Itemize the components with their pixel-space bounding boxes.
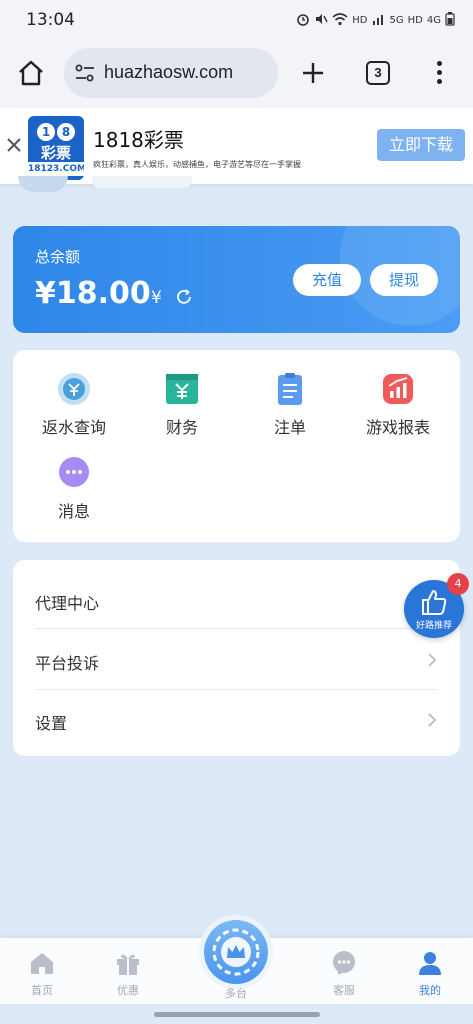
status-bar: 13:04 HD 5G HD 4G	[0, 0, 473, 40]
address-bar[interactable]: huazhaosw.com	[64, 48, 278, 98]
func-betslip[interactable]: 注单	[235, 372, 345, 438]
site-settings-icon[interactable]	[74, 63, 96, 83]
functions-panel: 返水查询 财务 注单 游戏报表 消息	[13, 350, 460, 542]
recommend-badge: 4	[447, 573, 469, 595]
browser-toolbar: huazhaosw.com 3	[0, 40, 473, 108]
indicator-hd-1: HD	[352, 15, 368, 26]
url-text: huazhaosw.com	[104, 62, 234, 82]
avatar[interactable]	[18, 176, 68, 192]
betslip-icon	[273, 372, 307, 406]
balance-label: 总余额	[35, 248, 81, 266]
wifi-icon	[332, 12, 348, 29]
func-finance[interactable]: 财务	[127, 372, 237, 438]
home-icon	[19, 60, 43, 86]
nav-support[interactable]: 客服	[314, 950, 374, 998]
finance-icon	[165, 372, 199, 406]
home-indicator[interactable]	[154, 1012, 320, 1017]
withdraw-button[interactable]: 提现	[370, 264, 438, 296]
indicator-5g: 5G	[389, 15, 404, 26]
crown-icon	[212, 928, 260, 976]
func-message[interactable]: 消息	[19, 456, 129, 522]
nav-label-support: 客服	[333, 984, 355, 997]
ad-title: 1818彩票	[93, 128, 184, 152]
nav-label-multi-table: 多台	[225, 987, 247, 1000]
func-label-rebate: 返水查询	[41, 418, 106, 437]
rebate-icon	[57, 372, 91, 406]
chevron-right-icon	[428, 713, 437, 727]
plus-icon	[303, 63, 323, 83]
alarm-icon	[296, 12, 310, 29]
browser-menu-button[interactable]	[432, 58, 446, 88]
func-label-finance: 财务	[165, 418, 198, 437]
indicator-hd-2: HD	[407, 15, 423, 26]
nav-label-home: 首页	[31, 984, 53, 997]
func-label-message: 消息	[57, 502, 90, 521]
menu-item-settings[interactable]: 设置	[35, 690, 438, 750]
balance-amount: ¥18.00	[35, 276, 151, 311]
refresh-icon[interactable]	[175, 288, 193, 306]
home-icon	[31, 953, 53, 974]
indicator-4g: 4G	[426, 15, 441, 26]
thumbs-up-icon	[422, 590, 447, 615]
new-tab-button[interactable]	[298, 58, 328, 88]
func-game-report[interactable]: 游戏报表	[343, 372, 453, 438]
mute-icon	[314, 12, 328, 29]
battery-icon	[445, 12, 455, 29]
chevron-right-icon	[428, 653, 437, 667]
close-icon	[7, 138, 21, 152]
message-icon	[57, 456, 91, 490]
menu-item-agent-center[interactable]: 代理中心	[35, 570, 438, 630]
nav-label-promotions: 优惠	[117, 984, 139, 997]
menu-label-agent-center: 代理中心	[35, 594, 100, 613]
browser-home-button[interactable]	[16, 58, 46, 88]
ad-banner[interactable]: 18 彩票 18123.COM 1818彩票 疯狂彩票，真人娱乐，动感捕鱼，电子…	[0, 108, 473, 184]
report-icon	[381, 372, 415, 406]
balance-unit: ¥	[151, 288, 162, 308]
func-rebate-query[interactable]: 返水查询	[19, 372, 129, 438]
menu-item-complaint[interactable]: 平台投诉	[35, 630, 438, 690]
ad-logo-text: 彩票	[40, 144, 71, 162]
chat-icon	[333, 951, 355, 975]
recharge-button[interactable]: 充值	[293, 264, 361, 296]
settings-menu: 代理中心 平台投诉 设置	[13, 560, 460, 756]
nav-home[interactable]: 首页	[12, 950, 72, 998]
ad-download-button[interactable]: 立即下载	[377, 129, 465, 161]
username-area	[92, 176, 192, 188]
ad-logo: 18 彩票 18123.COM	[28, 116, 84, 180]
balance-card: 总余额 ¥18.00 ¥ 充值 提现	[13, 226, 460, 333]
menu-label-settings: 设置	[35, 714, 68, 733]
func-label-report: 游戏报表	[365, 418, 430, 437]
nav-promotions[interactable]: 优惠	[98, 950, 158, 998]
menu-label-complaint: 平台投诉	[35, 654, 100, 673]
gift-icon	[117, 954, 139, 975]
recommend-label: 好路推荐	[415, 621, 452, 631]
ad-subtitle: 疯狂彩票，真人娱乐，动感捕鱼，电子游艺等尽在一手掌握	[93, 160, 301, 169]
ad-close-button[interactable]	[4, 132, 24, 160]
ad-logo-domain: 18123.COM	[28, 162, 84, 176]
user-icon	[419, 952, 441, 975]
nav-label-mine: 我的	[419, 984, 441, 997]
tab-switcher-button[interactable]: 3	[366, 61, 390, 85]
nav-mine[interactable]: 我的	[400, 950, 460, 998]
signal-5g-icon	[372, 13, 386, 28]
func-label-betslip: 注单	[273, 418, 306, 437]
status-icons: HD 5G HD 4G	[296, 12, 455, 29]
nav-multi-table-button[interactable]	[204, 920, 268, 984]
status-time: 13:04	[26, 10, 75, 30]
